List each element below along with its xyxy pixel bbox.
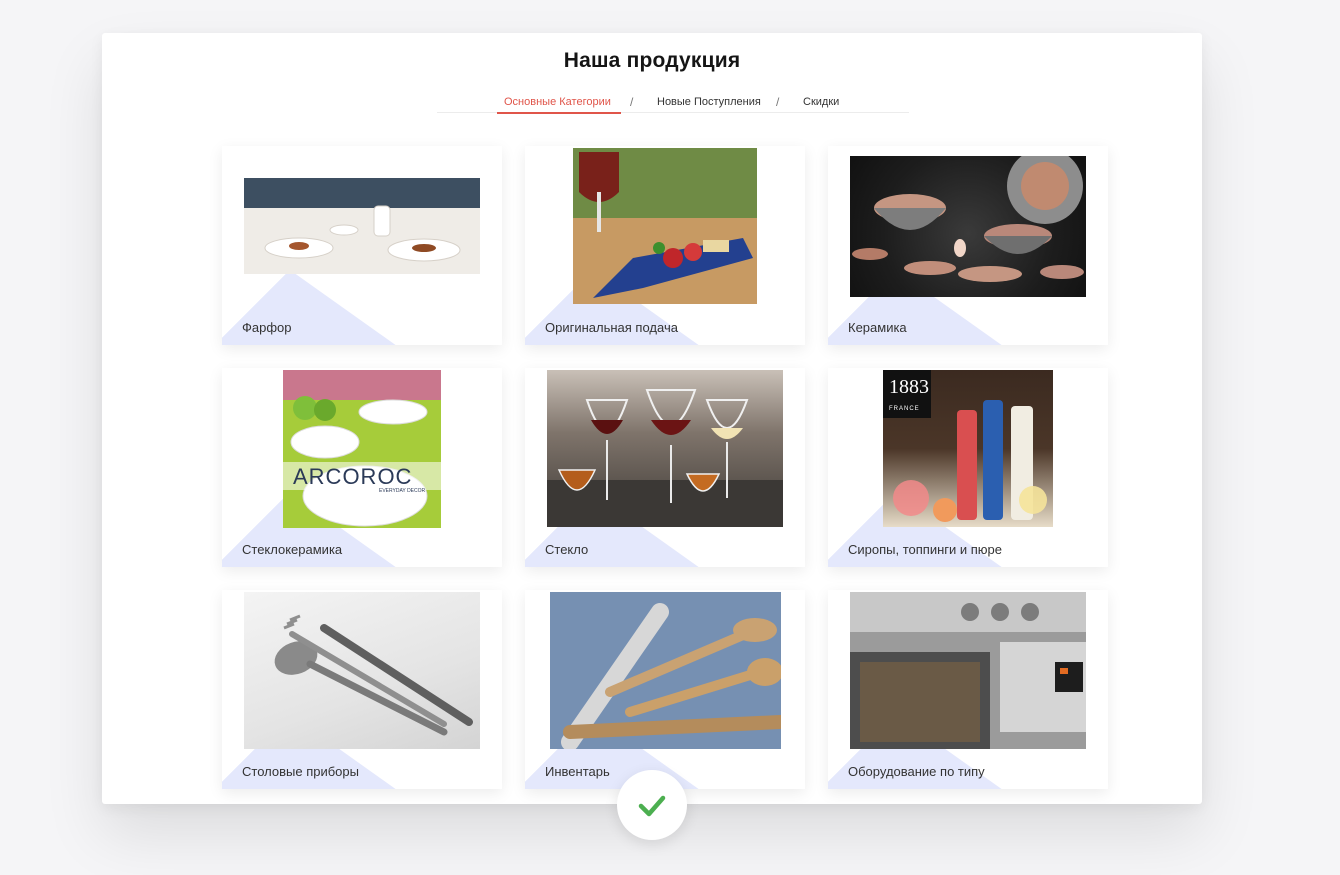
check-icon <box>638 795 666 817</box>
category-card-syrups[interactable]: 1883 FRANCE Сиропы, топпинги и пюре <box>828 368 1108 567</box>
table-setting-illustration <box>244 178 480 274</box>
category-card-cutlery[interactable]: Столовые приборы <box>222 590 502 789</box>
tab-separator: / <box>630 95 634 109</box>
category-label: Стеклокерамика <box>242 542 343 557</box>
syrup-brand-text: 1883 <box>889 376 929 398</box>
active-tab-underline <box>497 112 621 114</box>
wine-glasses-illustration <box>547 389 783 527</box>
category-image <box>547 370 783 527</box>
category-card-glass[interactable]: Стекло <box>525 368 805 567</box>
kitchen-tools-illustration <box>550 592 781 749</box>
category-label: Столовые приборы <box>242 764 359 779</box>
category-image <box>244 178 480 274</box>
category-card-original-serving[interactable]: Оригинальная подача <box>525 146 805 345</box>
cutlery-illustration <box>274 614 473 736</box>
arcoroc-logo-text: ARCOROC <box>293 464 413 489</box>
category-card-ceramics[interactable]: Керамика <box>828 146 1108 345</box>
glass-ceramics-illustration <box>283 370 441 528</box>
category-card-porcelain[interactable]: Фарфор <box>222 146 502 345</box>
ceramics-illustration <box>852 156 1084 282</box>
category-grid: Фарфор Оригинальная подача Керамика ARCO… <box>222 146 1108 789</box>
syrup-country-text: FRANCE <box>889 406 920 412</box>
category-label: Сиропы, топпинги и пюре <box>848 542 1003 557</box>
tab-new-arrivals[interactable]: Новые Поступления <box>657 96 761 108</box>
category-card-glass-ceramics[interactable]: ARCOROC EVERYDAY DECOR Стеклокерамика <box>222 368 502 567</box>
category-label: Инвентарь <box>545 764 610 779</box>
oven-illustration <box>850 592 1086 749</box>
tab-main-categories[interactable]: Основные Категории <box>504 96 611 108</box>
tab-separator: / <box>776 95 780 109</box>
category-label: Фарфор <box>242 320 292 335</box>
category-label: Стекло <box>545 542 589 557</box>
products-panel: Наша продукция Основные Категории / Новы… <box>102 33 1202 804</box>
success-badge <box>617 770 687 840</box>
category-label: Оборудование по типу <box>848 764 985 779</box>
category-card-inventory[interactable]: Инвентарь <box>525 590 805 789</box>
category-image <box>850 592 1086 749</box>
serving-illustration <box>573 148 757 304</box>
arcoroc-logo-subtext: EVERYDAY DECOR <box>379 488 426 494</box>
category-image <box>244 592 480 749</box>
category-image <box>850 156 1086 297</box>
page-title: Наша продукция <box>563 49 741 72</box>
category-card-equipment[interactable]: Оборудование по типу <box>828 590 1108 789</box>
category-tabs: Основные Категории / Новые Поступления /… <box>437 90 909 114</box>
tab-discounts[interactable]: Скидки <box>803 96 839 108</box>
category-label: Оригинальная подача <box>545 320 678 335</box>
category-image: ARCOROC EVERYDAY DECOR <box>283 370 441 528</box>
category-image <box>573 148 757 304</box>
category-label: Керамика <box>848 320 907 335</box>
category-image: 1883 FRANCE <box>883 370 1053 527</box>
category-image <box>550 592 781 749</box>
